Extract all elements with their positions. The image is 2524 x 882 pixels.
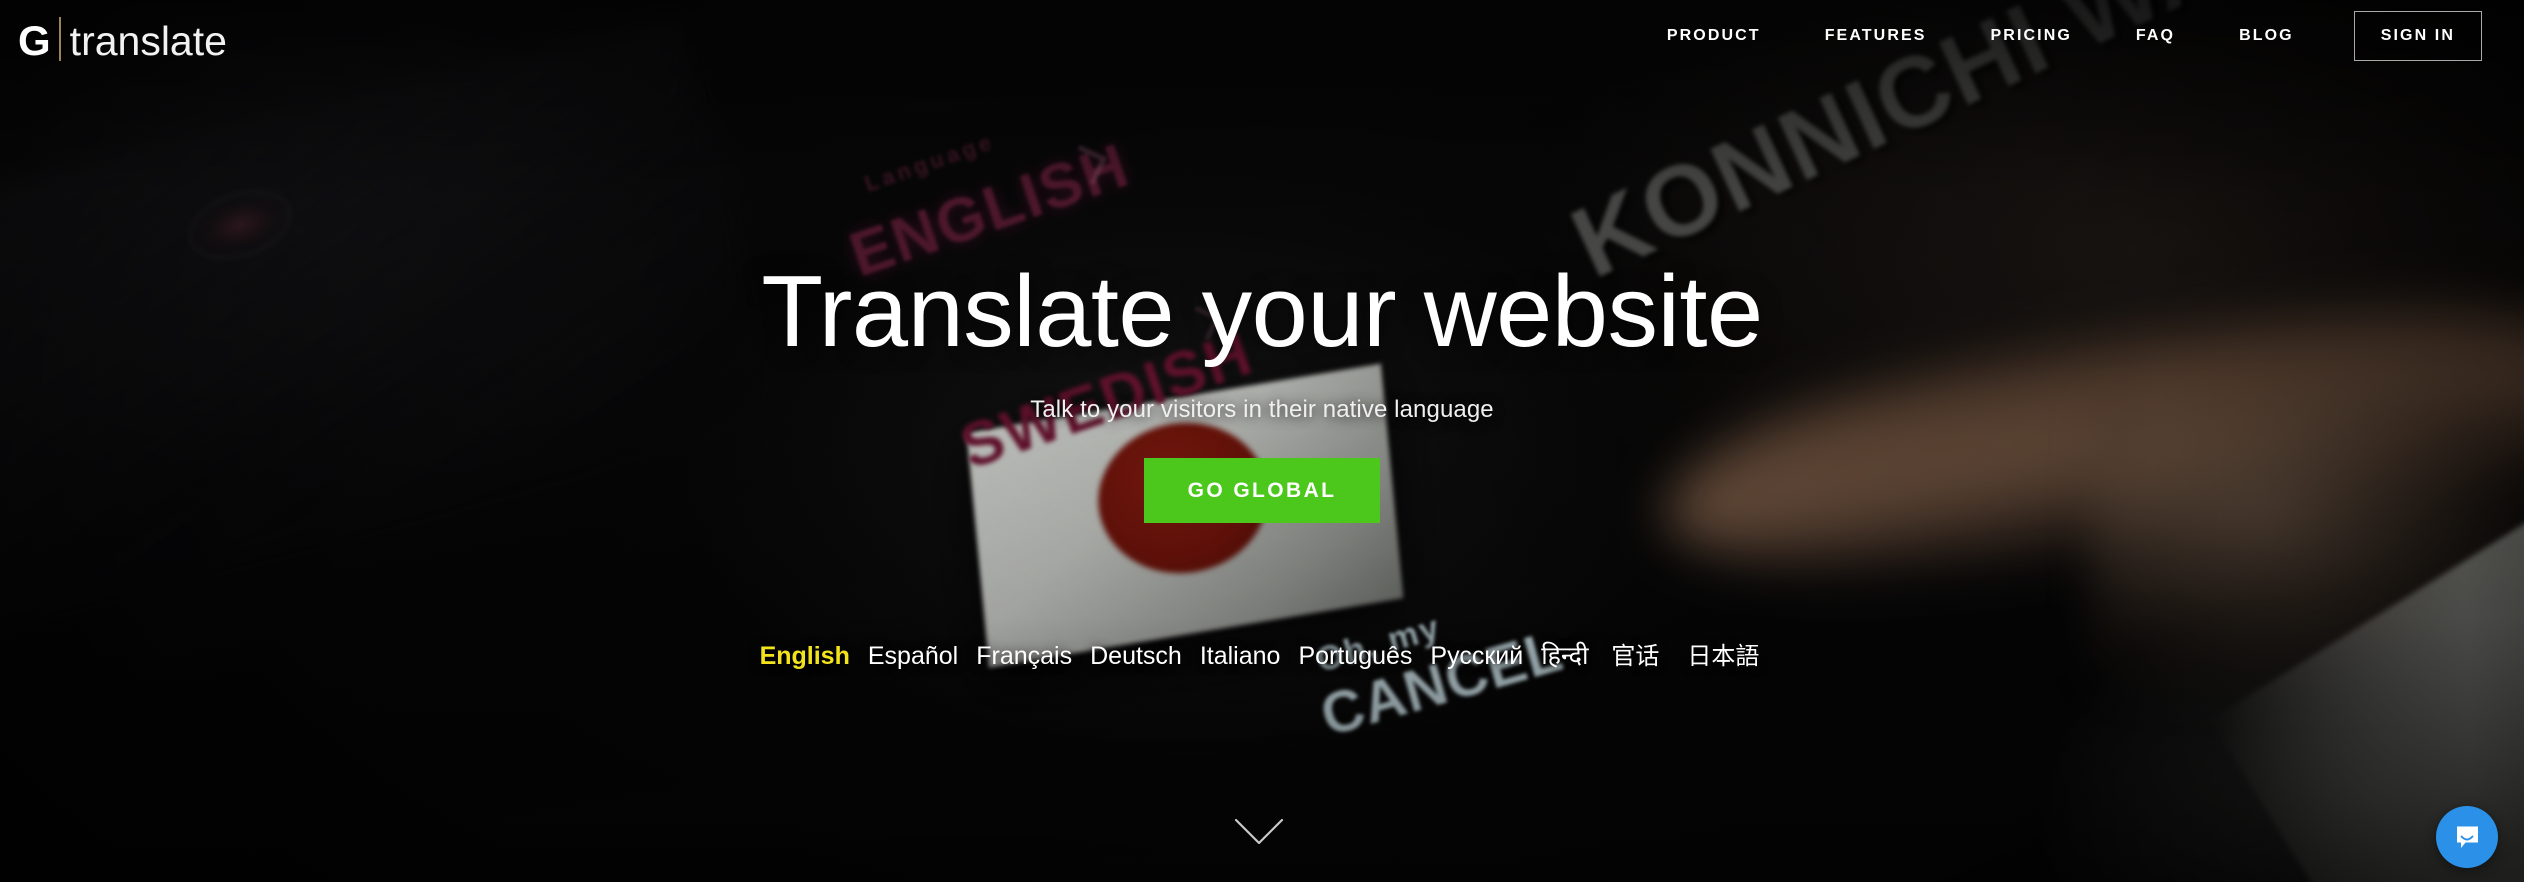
- brand-logo[interactable]: G translate: [18, 11, 227, 62]
- hero-subtitle: Talk to your visitors in their native la…: [1030, 396, 1494, 423]
- chat-bubble-icon: [2457, 826, 2478, 848]
- sign-in-button[interactable]: SIGN IN: [2353, 11, 2482, 61]
- hero-background-image: Language ENGLISH SWEDISH KONNICHI WA! Oh…: [0, 0, 2524, 882]
- hero-section: Language ENGLISH SWEDISH KONNICHI WA! Oh…: [0, 0, 2524, 882]
- chat-widget-button[interactable]: [2436, 806, 2498, 868]
- nav-item-blog[interactable]: BLOG: [2207, 27, 2326, 45]
- language-russian[interactable]: Русский: [1421, 642, 1532, 671]
- language-espanol[interactable]: Español: [859, 642, 967, 671]
- site-header: G translate PRODUCT FEATURES PRICING FAQ…: [0, 0, 2524, 72]
- nav-item-faq[interactable]: FAQ: [2104, 27, 2207, 45]
- language-hindi[interactable]: हिन्दी: [1532, 638, 1597, 672]
- language-switcher: English Español Français Deutsch Italian…: [751, 636, 1774, 672]
- language-chinese[interactable]: 官话: [1597, 636, 1673, 671]
- language-deutsch[interactable]: Deutsch: [1081, 642, 1191, 671]
- language-portugues[interactable]: Português: [1289, 642, 1421, 671]
- nav-item-pricing[interactable]: PRICING: [1959, 27, 2104, 45]
- language-japanese[interactable]: 日本語: [1673, 636, 1773, 671]
- language-francais[interactable]: Français: [967, 642, 1081, 671]
- chevron-down-icon[interactable]: [1234, 818, 1284, 846]
- language-italiano[interactable]: Italiano: [1191, 642, 1290, 671]
- language-english[interactable]: English: [751, 642, 859, 671]
- page-title: Translate your website: [761, 256, 1763, 368]
- main-navigation: PRODUCT FEATURES PRICING FAQ BLOG SIGN I…: [1635, 11, 2482, 61]
- nav-item-features[interactable]: FEATURES: [1793, 27, 1959, 45]
- nav-item-product[interactable]: PRODUCT: [1635, 27, 1793, 45]
- go-global-button[interactable]: GO GLOBAL: [1143, 458, 1381, 523]
- logo-divider: [58, 16, 61, 61]
- logo-wordmark: translate: [69, 17, 227, 64]
- logo-letter-g: G: [18, 16, 51, 64]
